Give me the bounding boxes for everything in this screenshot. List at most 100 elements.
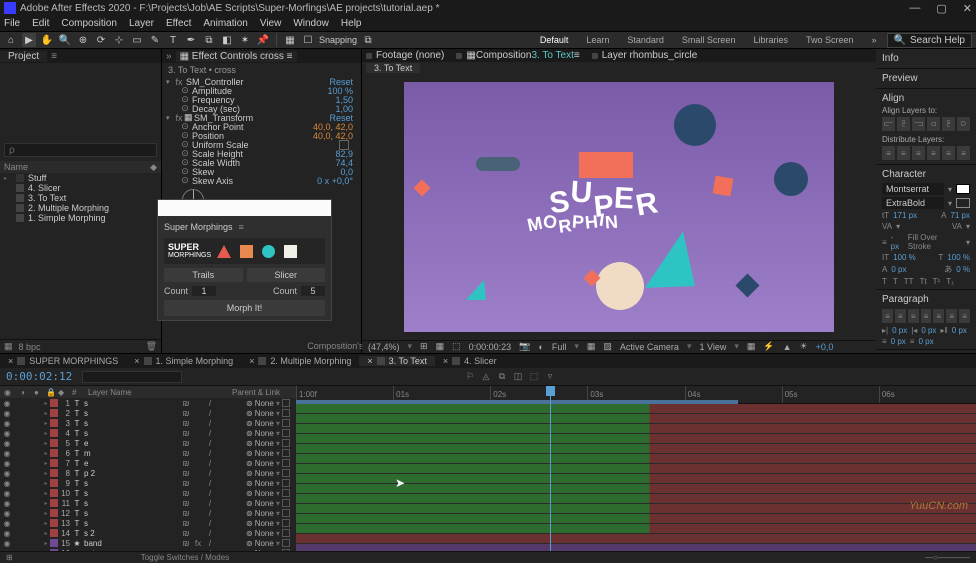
exposure-icon[interactable]: ☀: [800, 341, 808, 352]
local-axis-icon[interactable]: ▦: [283, 33, 297, 47]
layer-row[interactable]: ◉▸8Tp 2₪/⊚None▾: [0, 468, 296, 478]
workspace-learn[interactable]: Learn: [578, 35, 617, 45]
exposure-value[interactable]: +0,0: [816, 342, 834, 352]
caps-icon[interactable]: TT: [904, 277, 914, 286]
align-top-icon[interactable]: ⫏: [927, 117, 940, 131]
layer-row[interactable]: ◉▸6Tm₪/⊚None▾: [0, 448, 296, 458]
paragraph-panel-tab[interactable]: Paragraph: [882, 292, 970, 307]
puppet-tool-icon[interactable]: 📌: [256, 33, 270, 47]
trash-icon[interactable]: 🗑: [146, 341, 157, 352]
zoom-slider[interactable]: —○————: [925, 553, 970, 562]
super-morphings-panel[interactable]: Super Morphings≡ SUPERMORPHINGS Trails S…: [157, 199, 332, 321]
menu-composition[interactable]: Composition: [61, 18, 117, 29]
layer-row[interactable]: ◉▸7Te₪/⊚None▾: [0, 458, 296, 468]
grid-icon[interactable]: ▦: [436, 341, 445, 352]
square-morph-button[interactable]: [237, 242, 255, 260]
clone-tool-icon[interactable]: ⧉: [202, 33, 216, 47]
footage-viewer-tab[interactable]: Footage (none): [366, 50, 444, 61]
layer-bar[interactable]: [296, 444, 976, 453]
home-icon[interactable]: ⌂: [4, 33, 18, 47]
pen-tool-icon[interactable]: ✎: [148, 33, 162, 47]
selection-tool-icon[interactable]: ▶: [22, 33, 36, 47]
layer-row[interactable]: ◉▸2Ts₪/⊚None▾: [0, 408, 296, 418]
menu-view[interactable]: View: [260, 18, 282, 29]
info-panel-tab[interactable]: Info: [882, 51, 970, 66]
layer-row[interactable]: ◉▸5Te₪/⊚None▾: [0, 438, 296, 448]
layer-row[interactable]: ◉▸13Ts₪/⊚None▾: [0, 518, 296, 528]
workspace-overflow-icon[interactable]: »: [864, 35, 885, 45]
align-bottom-icon[interactable]: ⫐: [957, 117, 970, 131]
dist-icon[interactable]: ≡: [897, 146, 910, 160]
project-item[interactable]: 1. Simple Morphing: [0, 213, 161, 223]
stroke-color-swatch[interactable]: [956, 198, 970, 208]
roto-tool-icon[interactable]: ✶: [238, 33, 252, 47]
align-hcenter-icon[interactable]: ⫔: [897, 117, 910, 131]
workspace-default[interactable]: Default: [532, 35, 577, 45]
timeline-comp-tab[interactable]: ×1. Simple Morphing: [126, 356, 241, 366]
eraser-tool-icon[interactable]: ◧: [220, 33, 234, 47]
super-icon[interactable]: T¹: [933, 277, 941, 286]
timecode-display[interactable]: 0:00:00:23: [469, 342, 512, 352]
draft3d-icon[interactable]: ⬚: [528, 371, 540, 383]
render-icon[interactable]: ▲: [783, 342, 792, 352]
shy-icon[interactable]: ⚐: [464, 371, 476, 383]
timeline-comp-tab[interactable]: ×4. Slicer: [435, 356, 505, 366]
camera-dropdown[interactable]: Active Camera: [620, 342, 679, 352]
frame-blend-icon[interactable]: ◬: [480, 371, 492, 383]
snapping-check[interactable]: ☐: [301, 33, 315, 47]
timeline-graph[interactable]: 1:00f01s02s03s04s05s06s ➤: [296, 386, 976, 551]
transparency-icon[interactable]: ▨: [603, 341, 612, 352]
italic-icon[interactable]: T: [893, 277, 898, 286]
fast-preview-icon[interactable]: ⚡: [763, 341, 774, 352]
menu-animation[interactable]: Animation: [203, 18, 247, 29]
preview-panel-tab[interactable]: Preview: [882, 71, 970, 86]
workspace-two-screen[interactable]: Two Screen: [798, 35, 862, 45]
slicer-button[interactable]: Slicer: [247, 268, 326, 282]
layer-bar[interactable]: [296, 464, 976, 473]
count-field-2[interactable]: 5: [301, 286, 325, 296]
channel-icon[interactable]: ◐: [538, 342, 543, 352]
effect-property-row[interactable]: ⊙Skew Axis0 x +0,0°: [168, 176, 361, 185]
project-item[interactable]: 4. Slicer: [0, 183, 161, 193]
layer-row[interactable]: ◉▸14Ts 2₪/⊚None▾: [0, 528, 296, 538]
motion-blur-icon[interactable]: ⧉: [496, 371, 508, 383]
toggle-switch-modes[interactable]: Toggle Switches / Modes: [141, 553, 230, 562]
layer-viewer-tab[interactable]: Layer rhombus_circle: [592, 50, 698, 61]
align-left-icon[interactable]: ⫍: [882, 117, 895, 131]
rotate-tool-icon[interactable]: ⟳: [94, 33, 108, 47]
font-style-dropdown[interactable]: ExtraBold: [882, 197, 944, 209]
pixel-aspect-icon[interactable]: ▦: [747, 341, 756, 352]
workspace-standard[interactable]: Standard: [619, 35, 672, 45]
snap-opt-icon[interactable]: ⧉: [361, 33, 375, 47]
layer-bar[interactable]: [296, 424, 976, 433]
composition-viewer-tab[interactable]: ▦ Composition 3. To Text ≡: [456, 50, 579, 61]
current-time-indicator[interactable]: [550, 386, 551, 551]
fill-over-stroke[interactable]: Fill Over Stroke: [908, 233, 962, 251]
layer-row[interactable]: ◉▸4Ts₪/⊚None▾: [0, 428, 296, 438]
triangle-morph-button[interactable]: [215, 242, 233, 260]
justify-icon[interactable]: ≡: [921, 309, 932, 323]
mask-icon[interactable]: ⬚: [452, 341, 461, 352]
dist-icon[interactable]: ≡: [912, 146, 925, 160]
window-maximize-button[interactable]: ▢: [936, 2, 946, 15]
menu-edit[interactable]: Edit: [32, 18, 49, 29]
bold-icon[interactable]: T: [882, 277, 887, 286]
justify-icon[interactable]: ≡: [959, 309, 970, 323]
workspace-small-screen[interactable]: Small Screen: [674, 35, 744, 45]
layer-bar[interactable]: [296, 434, 976, 443]
render-icon[interactable]: ▿: [544, 371, 556, 383]
dist-icon[interactable]: ≡: [927, 146, 940, 160]
leading-value[interactable]: 71 px: [950, 211, 970, 220]
layer-bar[interactable]: [296, 484, 976, 493]
align-center-para-icon[interactable]: ≡: [895, 309, 906, 323]
effect-controls-tab-chevron[interactable]: »: [162, 51, 176, 62]
layer-row[interactable]: ◉▸15★band₪fx/⊚None▾: [0, 538, 296, 548]
menu-help[interactable]: Help: [341, 18, 362, 29]
zoom-dropdown[interactable]: (47,4%): [368, 342, 400, 352]
dist-icon[interactable]: ≡: [882, 146, 895, 160]
menu-effect[interactable]: Effect: [166, 18, 191, 29]
type-tool-icon[interactable]: T: [166, 33, 180, 47]
justify-icon[interactable]: ≡: [946, 309, 957, 323]
snapshot-icon[interactable]: 📷: [519, 341, 530, 352]
expand-icon[interactable]: ⊞: [6, 553, 13, 562]
